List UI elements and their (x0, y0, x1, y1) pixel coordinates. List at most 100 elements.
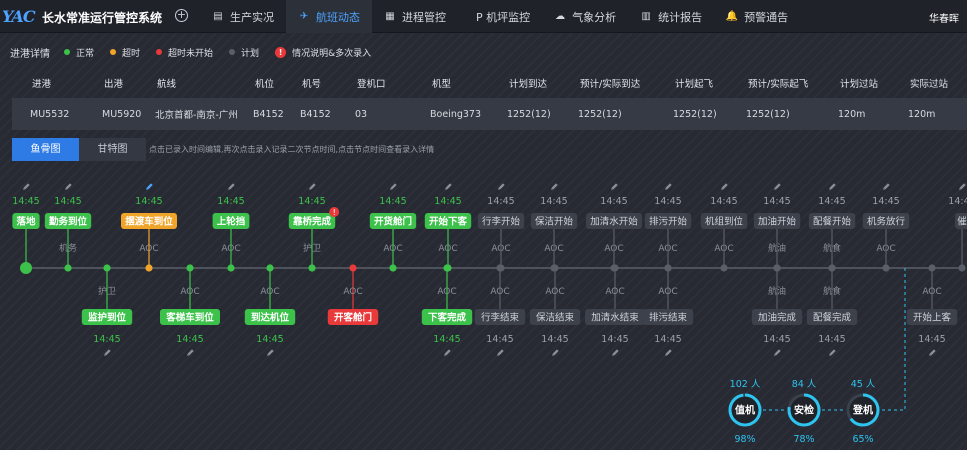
node-time: 14:45 (433, 334, 460, 345)
pencil-icon[interactable] (773, 349, 781, 356)
node-time: 14:45 (93, 334, 120, 345)
table-cell: 120m (908, 108, 936, 120)
node-time: 14:45 (654, 196, 681, 207)
node-label: 靠桥完成 (293, 216, 332, 228)
boarding-percent: 65% (852, 434, 873, 445)
pencil-icon[interactable] (958, 183, 966, 190)
pencil-icon[interactable] (720, 183, 728, 190)
node-time: 14:45 (379, 196, 406, 207)
add-icon[interactable]: + (175, 9, 188, 22)
user-name[interactable]: 华春晖 (929, 10, 959, 25)
node-label: 开始下客 (429, 216, 468, 228)
node-label: 客梯车到位 (165, 312, 214, 324)
column-header: 机位 (255, 79, 275, 90)
node-time: 14:45 (654, 334, 681, 345)
node-owner: 航油 (768, 285, 786, 297)
legend-label: 超时 (122, 48, 141, 59)
details-title: 进港详情 (10, 48, 50, 60)
table-cell: 北京首都-南京-广州 (155, 110, 238, 121)
pencil-icon[interactable] (610, 183, 618, 190)
node-time: 14:45 (948, 196, 967, 207)
nav-item-2[interactable]: ▦ 进程管控 (372, 0, 458, 33)
node-label: 排污开始 (649, 216, 688, 228)
boarding-connector (881, 268, 906, 411)
pencil-icon[interactable] (145, 183, 153, 190)
pencil-icon[interactable] (611, 349, 619, 356)
node-owner: AOC (437, 287, 456, 297)
node-time: 14:45 (176, 334, 203, 345)
node-dot[interactable] (64, 264, 72, 272)
table-cell: 1252(12) (507, 108, 551, 120)
pencil-icon[interactable] (308, 183, 316, 190)
node-dot[interactable] (145, 264, 153, 272)
node-dot[interactable] (958, 264, 966, 272)
pencil-icon[interactable] (664, 349, 672, 356)
node-time: 14:45 (486, 334, 513, 345)
pencil-icon[interactable] (664, 183, 672, 190)
tab-fishbone[interactable]: 鱼骨图 (12, 138, 79, 161)
pencil-icon[interactable] (773, 183, 781, 190)
pencil-icon[interactable] (103, 349, 111, 356)
pencil-icon[interactable] (496, 349, 504, 356)
node-owner: 护卫 (98, 285, 116, 297)
table-cell: MU5532 (30, 108, 70, 120)
node-label: 加油开始 (758, 216, 797, 228)
pencil-icon[interactable] (389, 183, 397, 190)
node-time: 14:45 (763, 196, 790, 207)
boarding-stage: 值机 (735, 404, 755, 417)
nav-item-1[interactable]: ✈ 航班动态 (286, 0, 372, 33)
tab-gantt[interactable]: 甘特图 (79, 138, 146, 161)
column-header: 登机口 (357, 79, 386, 90)
pencil-icon[interactable] (266, 349, 274, 356)
nav-item-5[interactable]: ▥ 统计报告 (628, 0, 714, 33)
nav-label: 气象分析 (572, 10, 617, 24)
node-dot[interactable] (882, 264, 890, 272)
pencil-icon[interactable] (828, 183, 836, 190)
node-dot[interactable] (308, 264, 316, 272)
pencil-icon[interactable] (443, 349, 451, 356)
nav-item-3[interactable]: P 机坪监控 (458, 0, 542, 33)
pencil-icon[interactable] (882, 183, 890, 190)
nav-item-4[interactable]: ☁ 气象分析 (542, 0, 628, 33)
node-label: 行李结束 (481, 312, 520, 324)
node-dot[interactable] (20, 262, 32, 274)
node-label: 到达机位 (251, 312, 290, 324)
node-time: 14:45 (487, 196, 514, 207)
node-label: 排污结束 (649, 312, 688, 324)
table-cell: B4152 (300, 108, 331, 120)
pencil-icon[interactable] (227, 183, 235, 190)
nav-item-0[interactable]: ▤ 生产实况 (200, 0, 286, 33)
pencil-icon[interactable] (444, 183, 452, 190)
pencil-icon[interactable] (828, 349, 836, 356)
node-time: 14:45 (434, 196, 461, 207)
node-label: 催 (957, 216, 967, 228)
column-header: 机号 (302, 79, 322, 90)
legend-label: 超时未开始 (168, 48, 214, 59)
pencil-icon[interactable] (550, 183, 558, 190)
pencil-icon[interactable] (928, 349, 936, 356)
node-label: 摆渡车到位 (125, 216, 173, 228)
pencil-icon[interactable] (64, 183, 72, 190)
node-time: 14:45 (763, 334, 790, 345)
monitor-icon: ▤ (213, 11, 223, 22)
node-label: 加油完成 (758, 312, 797, 324)
table-cell: Boeing373 (430, 108, 481, 120)
pencil-icon[interactable] (551, 349, 559, 356)
node-time: 14:45 (135, 196, 162, 207)
node-dot[interactable] (389, 264, 397, 272)
node-dot[interactable] (227, 264, 235, 272)
pencil-icon[interactable] (22, 183, 30, 190)
node-label: 开货舱门 (374, 216, 412, 228)
table-row[interactable]: MU5532 MU5920 北京首都-南京-广州 B4152 B4152 03 Boeing… (12, 98, 967, 130)
column-header: 计划到达 (509, 79, 548, 90)
column-header: 出港 (104, 79, 124, 90)
legend-label: 计划 (241, 48, 260, 59)
hint-text: 点击已录入时间编辑,再次点击录入记录二次节点时间,点击节点时间查看录入详情 (149, 145, 435, 154)
nav-item-6[interactable]: 🔔 预警通告 (714, 0, 800, 33)
pencil-icon[interactable] (497, 183, 505, 190)
pencil-icon[interactable] (186, 349, 194, 356)
node-dot[interactable] (720, 264, 728, 272)
flight-details-table: 进港 出港 航线 机位 机号 登机口 机型 计划到达 预计/实际到达 计划起飞 预计/实际起飞 计划过… (12, 70, 967, 130)
legend: 进港详情 正常 超时 超时未开始 计划! 情况说明&多次录入 (10, 44, 387, 60)
document-icon: ▦ (385, 11, 395, 22)
